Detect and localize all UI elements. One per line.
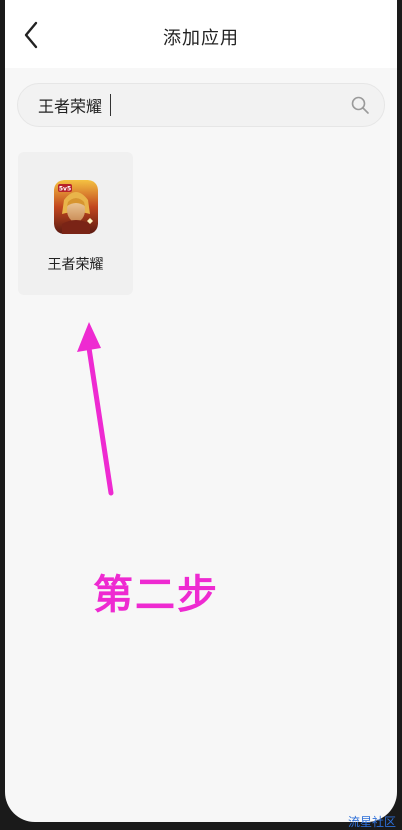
- game-app-icon: 5v5: [54, 180, 98, 234]
- search-input[interactable]: [38, 92, 338, 118]
- search-icon: [351, 96, 369, 114]
- annotation-step-label: 第二步: [93, 572, 219, 618]
- text-caret: [110, 94, 111, 116]
- app-name-label: 王者荣耀: [47, 257, 104, 273]
- app-result-tile[interactable]: 5v5 王者荣耀: [18, 152, 133, 295]
- page-title: 添加应用: [163, 28, 239, 49]
- search-button[interactable]: [350, 95, 370, 115]
- watermark: 流星社区: [347, 815, 396, 829]
- phone-screen: 添加应用 王者荣耀 5v5 王者荣耀 第二步: [5, 0, 397, 822]
- top-bar: 添加应用: [5, 0, 397, 68]
- search-bar[interactable]: [17, 83, 385, 127]
- svg-text:5v5: 5v5: [59, 186, 71, 193]
